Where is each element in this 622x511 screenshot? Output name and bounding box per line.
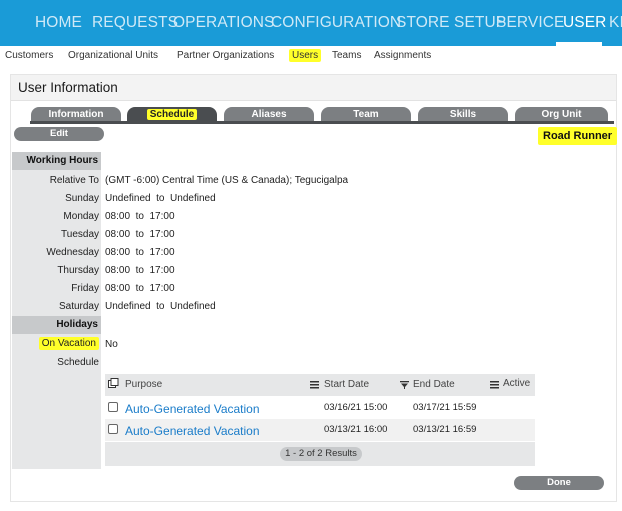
results-count: 1 - 2 of 2 Results bbox=[280, 447, 362, 461]
user-name: Road Runner bbox=[538, 127, 618, 145]
table-row[interactable]: Auto-Generated Vacation 03/13/21 16:00 0… bbox=[105, 419, 535, 441]
row-checkbox[interactable] bbox=[108, 402, 118, 412]
sunday-label: Sunday bbox=[65, 193, 99, 204]
edit-button[interactable]: Edit bbox=[14, 127, 104, 141]
thursday-label: Thursday bbox=[57, 265, 99, 276]
tuesday-value: 08:00 to 17:00 bbox=[105, 229, 175, 240]
filter-icon[interactable] bbox=[400, 379, 409, 390]
table-row[interactable]: Auto-Generated Vacation 03/16/21 15:00 0… bbox=[105, 397, 535, 419]
top-navigation: HOME REQUESTS OPERATIONS CONFIGURATION S… bbox=[0, 0, 622, 46]
menu-icon[interactable] bbox=[490, 379, 499, 390]
subnav-teams[interactable]: Teams bbox=[332, 50, 361, 61]
subnav-users[interactable]: Users bbox=[289, 49, 322, 62]
tab-schedule-label: Schedule bbox=[146, 109, 198, 120]
monday-label: Monday bbox=[63, 211, 99, 222]
schedule-label: Schedule bbox=[57, 357, 99, 368]
end-date: 03/17/21 15:59 bbox=[413, 402, 477, 413]
holidays-header: Holidays bbox=[12, 316, 101, 334]
monday-value: 08:00 to 17:00 bbox=[105, 211, 175, 222]
tuesday-label: Tuesday bbox=[61, 229, 99, 240]
nav-knowledge[interactable]: KI bbox=[609, 0, 622, 46]
nav-home[interactable]: HOME bbox=[35, 0, 82, 46]
nav-service[interactable]: SERVICE bbox=[496, 0, 564, 46]
column-active[interactable]: Active bbox=[503, 378, 530, 389]
purpose-link[interactable]: Auto-Generated Vacation bbox=[125, 424, 260, 438]
subnav-organizational-units[interactable]: Organizational Units bbox=[68, 50, 158, 61]
saturday-value: Undefined to Undefined bbox=[105, 301, 216, 312]
panel-title: User Information bbox=[11, 75, 616, 101]
friday-value: 08:00 to 17:00 bbox=[105, 283, 175, 294]
tab-skills-label: Skills bbox=[449, 109, 477, 120]
friday-label: Friday bbox=[71, 283, 99, 294]
wednesday-value: 08:00 to 17:00 bbox=[105, 247, 175, 258]
start-date: 03/16/21 15:00 bbox=[324, 402, 388, 413]
sub-navigation: Customers Organizational Units Partner O… bbox=[0, 46, 622, 68]
column-start-date[interactable]: Start Date bbox=[324, 379, 369, 390]
saturday-label: Saturday bbox=[58, 301, 99, 312]
subnav-customers[interactable]: Customers bbox=[5, 50, 53, 61]
menu-icon[interactable] bbox=[310, 379, 319, 390]
nav-configuration[interactable]: CONFIGURATION bbox=[271, 0, 401, 46]
results-bar: 1 - 2 of 2 Results bbox=[105, 442, 535, 466]
nav-store-setup[interactable]: STORE SETUP bbox=[396, 0, 506, 46]
on-vacation-value: No bbox=[105, 339, 118, 350]
row-checkbox[interactable] bbox=[108, 424, 118, 434]
start-date: 03/13/21 16:00 bbox=[324, 424, 388, 435]
subnav-assignments[interactable]: Assignments bbox=[374, 50, 431, 61]
tab-org-unit-label: Org Unit bbox=[541, 109, 582, 120]
wednesday-label: Wednesday bbox=[46, 247, 99, 258]
working-hours-header: Working Hours bbox=[12, 152, 101, 170]
nav-requests[interactable]: REQUESTS bbox=[92, 0, 178, 46]
tab-team-label: Team bbox=[353, 109, 379, 120]
on-vacation-label: On Vacation bbox=[38, 337, 99, 350]
nav-operations[interactable]: OPERATIONS bbox=[173, 0, 274, 46]
relative-to-value: (GMT -6:00) Central Time (US & Canada); … bbox=[105, 175, 349, 186]
tabs-divider bbox=[30, 121, 614, 124]
column-purpose[interactable]: Purpose bbox=[125, 379, 162, 390]
copy-icon[interactable] bbox=[108, 378, 119, 389]
vacation-table-header: Purpose Start Date End Date Active bbox=[105, 374, 535, 396]
end-date: 03/13/21 16:59 bbox=[413, 424, 477, 435]
done-button[interactable]: Done bbox=[514, 476, 604, 490]
tab-information-label: Information bbox=[48, 109, 104, 120]
column-end-date[interactable]: End Date bbox=[413, 379, 455, 390]
sunday-value: Undefined to Undefined bbox=[105, 193, 216, 204]
thursday-value: 08:00 to 17:00 bbox=[105, 265, 175, 276]
purpose-link[interactable]: Auto-Generated Vacation bbox=[125, 402, 260, 416]
relative-to-label: Relative To bbox=[49, 175, 99, 186]
subnav-partner-organizations[interactable]: Partner Organizations bbox=[177, 50, 274, 61]
on-vacation-label-cell: On Vacation bbox=[12, 337, 101, 350]
nav-user[interactable]: USER bbox=[563, 0, 606, 46]
tab-aliases-label: Aliases bbox=[251, 109, 287, 120]
